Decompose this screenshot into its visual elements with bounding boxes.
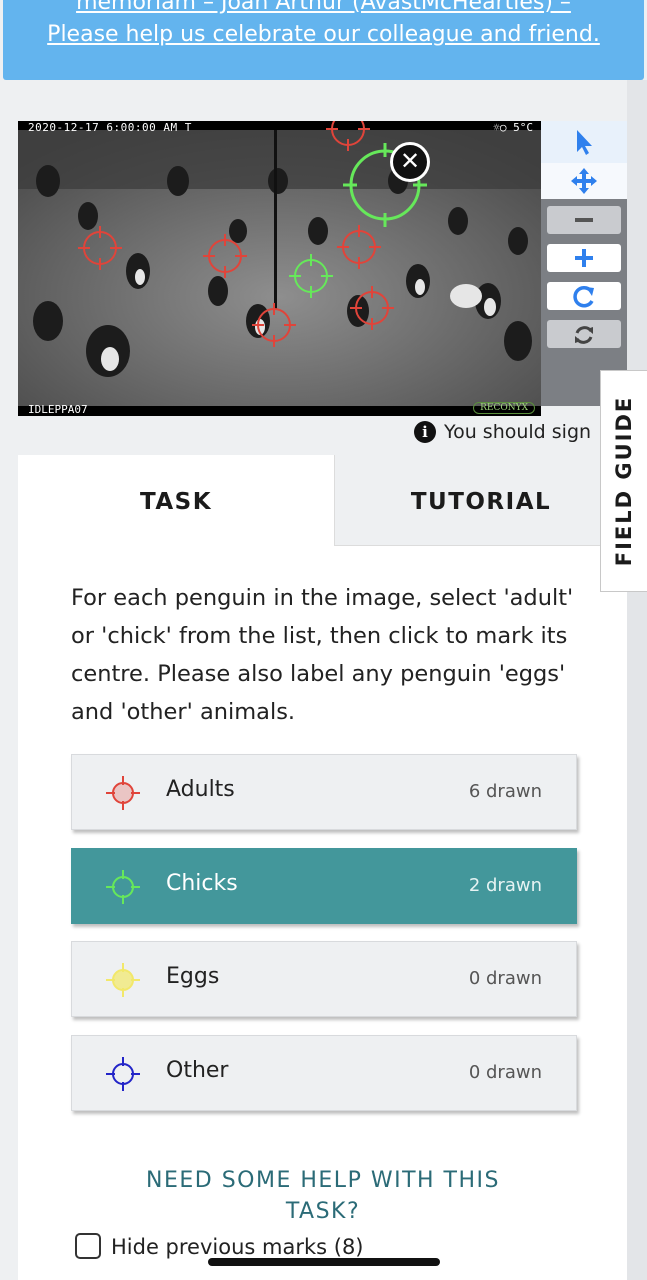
tool-label: Adults: [166, 777, 235, 802]
pointer-icon: [577, 130, 592, 155]
move-icon: [571, 168, 597, 194]
delete-mark-button[interactable]: ✕: [390, 142, 430, 182]
camera-brand: RECONYX: [473, 402, 535, 414]
reset-icon: [575, 326, 593, 344]
field-guide-button[interactable]: FIELD GUIDE: [600, 370, 647, 592]
hide-marks-label: Hide previous marks (8): [111, 1235, 364, 1259]
task-instructions: For each penguin in the image, select 'a…: [71, 585, 574, 725]
tool-label: Chicks: [166, 871, 238, 896]
eggs-tool-button[interactable]: Eggs 0 drawn: [71, 941, 577, 1017]
help-line-2: TASK?: [285, 1199, 361, 1224]
info-icon: i: [414, 421, 436, 443]
field-guide-label: FIELD GUIDE: [612, 395, 636, 567]
tool-label: Other: [166, 1058, 229, 1083]
tool-count: 0 drawn: [468, 1062, 542, 1083]
zoom-out-icon: [575, 218, 593, 222]
sign-in-notice: i You should sign: [414, 421, 591, 443]
sign-in-text: You should sign: [444, 421, 592, 443]
help-link[interactable]: NEED SOME HELP WITH THIS TASK?: [118, 1165, 528, 1227]
tool-label: Eggs: [166, 964, 220, 989]
move-tool-button[interactable]: [541, 163, 627, 199]
hide-marks-toggle[interactable]: Hide previous marks (8): [75, 1233, 364, 1259]
home-indicator: [208, 1258, 440, 1266]
crosshair-icon: [106, 963, 140, 997]
image-toolbar: [541, 121, 627, 406]
adults-tool-button[interactable]: Adults 6 drawn: [71, 754, 577, 830]
zoom-in-icon: [575, 249, 593, 267]
hide-marks-checkbox[interactable]: [75, 1233, 101, 1259]
help-line-1: NEED SOME HELP WITH THIS: [146, 1168, 500, 1193]
tool-count: 2 drawn: [468, 875, 542, 896]
close-icon: ✕: [399, 147, 421, 175]
camera-temperature: ☼○ 5°C: [493, 121, 533, 134]
tab-task[interactable]: TASK: [18, 455, 334, 546]
banner-line-2[interactable]: Please help us celebrate our colleague a…: [3, 18, 644, 52]
subject-image[interactable]: 2020-12-17 6:00:00 AM T ☼○ 5°C IDLEPPA07…: [18, 121, 541, 416]
banner-line-1[interactable]: memoriam – Joan Arthur (AvastMcHearties)…: [3, 0, 644, 20]
camera-trap-photo: [18, 121, 541, 416]
camera-timestamp: 2020-12-17 6:00:00 AM T: [28, 121, 192, 134]
page-gutter: [627, 80, 647, 1280]
announcement-banner[interactable]: memoriam – Joan Arthur (AvastMcHearties)…: [3, 0, 644, 80]
other-tool-button[interactable]: Other 0 drawn: [71, 1035, 577, 1111]
chicks-tool-button[interactable]: Chicks 2 drawn: [71, 848, 577, 924]
crosshair-icon: [106, 776, 140, 810]
crosshair-icon: [106, 1057, 140, 1091]
tool-count: 6 drawn: [468, 781, 542, 802]
pointer-tool-button[interactable]: [541, 121, 627, 163]
crosshair-icon: [106, 870, 140, 904]
zoom-in-button[interactable]: [547, 244, 621, 272]
tab-tutorial[interactable]: TUTORIAL: [334, 455, 627, 546]
rotate-icon: [573, 286, 594, 308]
zoom-out-button[interactable]: [547, 206, 621, 234]
task-panel: TASK TUTORIAL For each penguin in the im…: [18, 455, 627, 1280]
tool-count: 0 drawn: [468, 968, 542, 989]
camera-id: IDLEPPA07: [28, 403, 88, 416]
rotate-button[interactable]: [547, 282, 621, 310]
reset-button[interactable]: [547, 320, 621, 348]
